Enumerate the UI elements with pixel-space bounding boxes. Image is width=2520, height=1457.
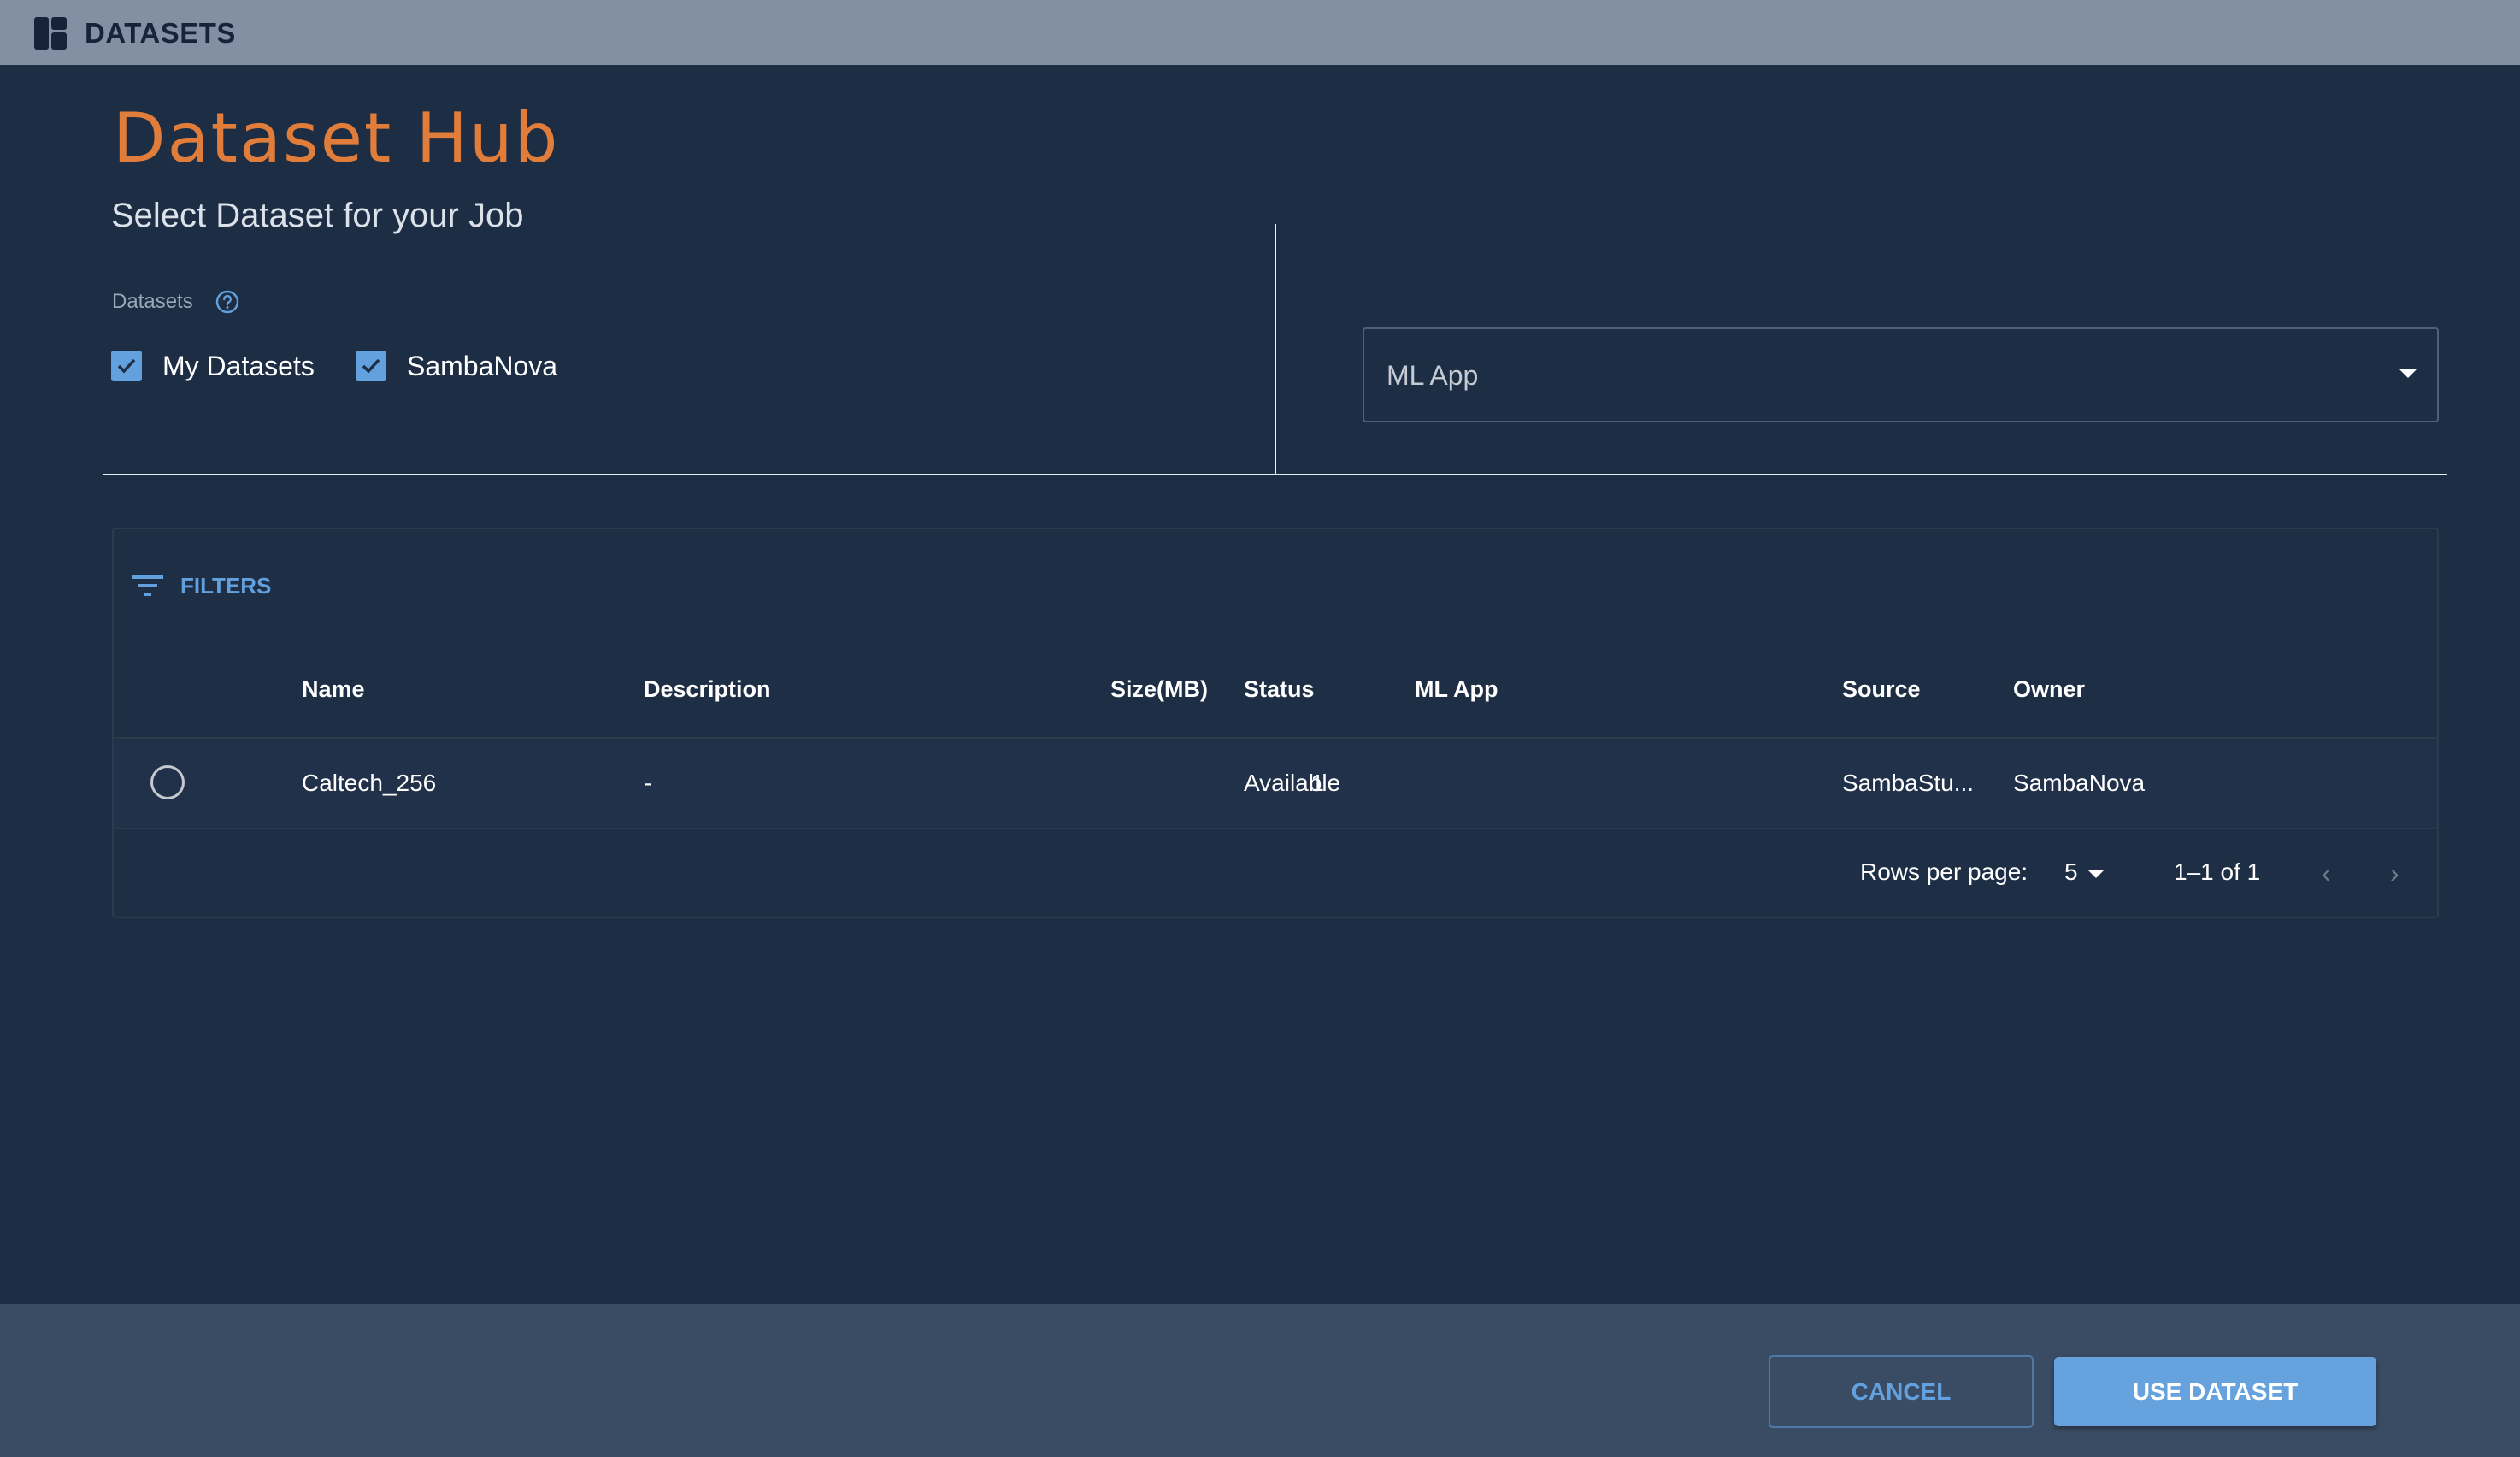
cancel-button[interactable]: CANCEL bbox=[1769, 1355, 2034, 1428]
top-bar: DATASETS bbox=[0, 0, 2520, 65]
datasets-table: FILTERS Name Description Size(MB) Status… bbox=[112, 528, 2439, 918]
cell-name: Caltech_256 bbox=[302, 770, 437, 796]
column-header-source[interactable]: Source bbox=[1842, 675, 1921, 704]
chevron-right-icon[interactable]: › bbox=[2390, 858, 2399, 888]
page-subtitle: Select Dataset for your Job bbox=[111, 197, 524, 234]
sambanova-label: SambaNova bbox=[407, 351, 558, 381]
dashboard-icon bbox=[34, 17, 67, 50]
chevron-left-icon[interactable]: ‹ bbox=[2322, 858, 2331, 888]
datasets-label: Datasets bbox=[112, 290, 193, 313]
sambanova-checkbox[interactable]: SambaNova bbox=[356, 351, 557, 381]
ml-app-select-value: ML App bbox=[1387, 360, 1479, 391]
checkbox-checked-icon[interactable] bbox=[111, 351, 142, 381]
my-datasets-checkbox[interactable]: My Datasets bbox=[111, 351, 315, 381]
ml-app-select[interactable]: ML App bbox=[1363, 327, 2439, 422]
app-section-title: DATASETS bbox=[85, 17, 236, 49]
caret-down-icon[interactable] bbox=[2088, 870, 2104, 878]
cell-owner: SambaNova bbox=[2013, 770, 2146, 796]
row-select-radio[interactable] bbox=[150, 765, 185, 799]
column-header-name[interactable]: Name bbox=[302, 675, 365, 704]
use-dataset-button[interactable]: USE DATASET bbox=[2054, 1357, 2376, 1426]
table-row[interactable]: Caltech_256 - 1 Available SambaStu... Sa… bbox=[114, 739, 2437, 828]
row-divider bbox=[114, 828, 2437, 829]
horizontal-divider bbox=[103, 474, 2447, 475]
help-circle-icon[interactable] bbox=[215, 290, 239, 314]
filters-label: FILTERS bbox=[180, 573, 272, 599]
column-header-ml-app[interactable]: ML App bbox=[1415, 675, 1498, 704]
pagination-range: 1–1 of 1 bbox=[2174, 858, 2261, 885]
vertical-divider bbox=[1275, 224, 1276, 475]
rows-per-page-label: Rows per page: bbox=[1860, 858, 2028, 885]
checkbox-checked-icon[interactable] bbox=[356, 351, 386, 381]
column-header-description[interactable]: Description bbox=[644, 675, 771, 704]
cell-status: Available bbox=[1244, 770, 1341, 796]
column-header-owner[interactable]: Owner bbox=[2013, 675, 2085, 704]
column-header-size[interactable]: Size(MB) bbox=[1110, 675, 1208, 704]
filter-icon bbox=[132, 575, 163, 596]
cell-source: SambaStu... bbox=[1842, 770, 1975, 796]
column-header-status[interactable]: Status bbox=[1244, 675, 1315, 704]
my-datasets-label: My Datasets bbox=[162, 351, 315, 381]
cell-description: - bbox=[644, 770, 652, 796]
rows-per-page-select[interactable]: 5 bbox=[2064, 857, 2078, 888]
caret-down-icon bbox=[2399, 369, 2417, 378]
page-title: Dataset Hub bbox=[113, 98, 560, 178]
filters-button[interactable]: FILTERS bbox=[132, 572, 271, 599]
